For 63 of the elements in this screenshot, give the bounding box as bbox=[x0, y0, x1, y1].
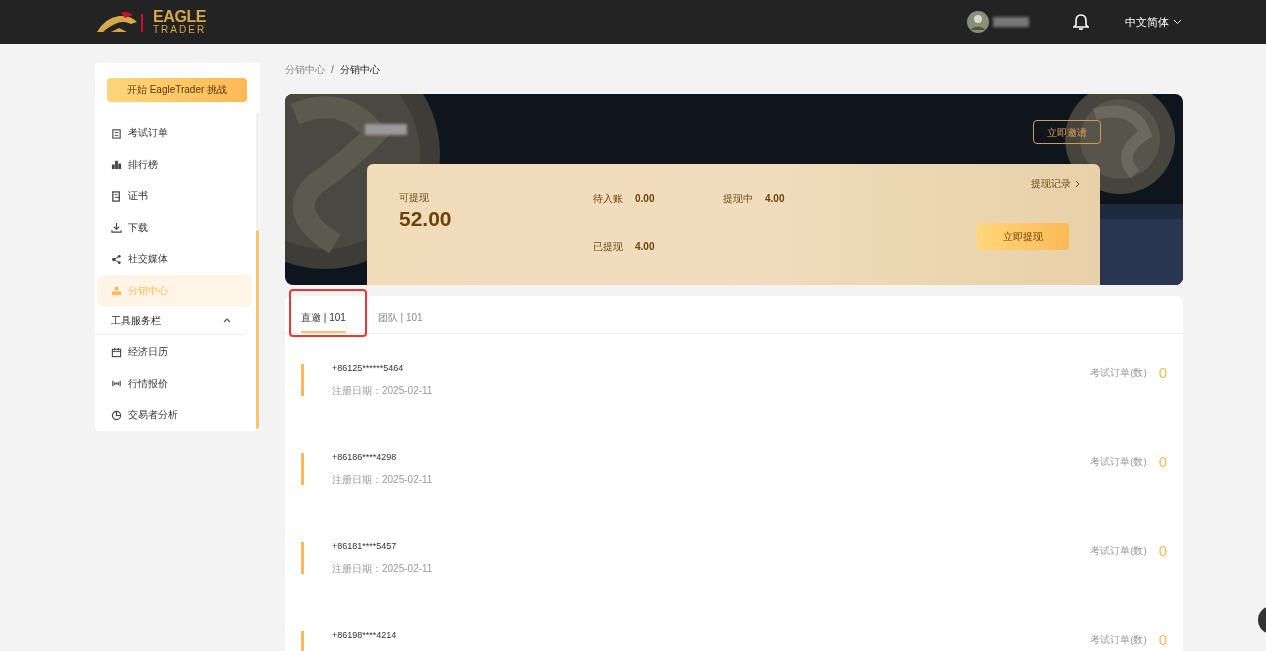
scrollbar-thumb[interactable] bbox=[256, 230, 259, 429]
logo-subtitle: TRADER bbox=[153, 25, 207, 35]
section-toggle[interactable]: 工具服务栏 bbox=[95, 306, 245, 335]
sidebar-item[interactable]: 社交媒体 bbox=[97, 243, 252, 275]
logo-wordmark: EAGLE bbox=[153, 9, 207, 25]
tab[interactable]: 直邀 | 101 bbox=[301, 303, 346, 333]
accent-bar bbox=[301, 364, 304, 396]
orders-label: 考试订单(数) bbox=[1090, 633, 1147, 648]
breadcrumb-separator: / bbox=[331, 62, 334, 77]
orders-label: 考试订单(数) bbox=[1090, 544, 1147, 559]
sidebar-item[interactable]: 经济日历 bbox=[97, 336, 252, 368]
accent-bar bbox=[301, 453, 304, 485]
eagle-logo-icon bbox=[95, 10, 145, 34]
orders-count: 0 bbox=[1158, 630, 1167, 650]
phone-number: +86198****4214 bbox=[332, 629, 397, 642]
download-icon bbox=[111, 222, 122, 234]
calendar-icon bbox=[111, 346, 122, 358]
stat-value: 0.00 bbox=[635, 192, 655, 206]
sidebar-item[interactable]: 证书 bbox=[97, 180, 252, 212]
phone-number: +86181****5457 bbox=[332, 540, 398, 553]
withdraw-button[interactable]: 立即提现 bbox=[977, 223, 1069, 250]
sidebar-item[interactable]: 排行榜 bbox=[97, 149, 252, 181]
phone-number: +86186****4298 bbox=[332, 451, 398, 464]
orders-count: 0 bbox=[1158, 363, 1167, 383]
available-amount: 52.00 bbox=[399, 206, 452, 232]
sidebar-item[interactable]: 考试订单 bbox=[97, 117, 252, 149]
language-selector[interactable]: 中文简体 bbox=[1125, 13, 1182, 31]
stat-label: 已提现 bbox=[593, 240, 623, 254]
start-challenge-button[interactable]: 开始 EagleTrader 挑战 bbox=[107, 77, 247, 102]
bar-chart-icon bbox=[111, 159, 122, 171]
stat-label: 待入账 bbox=[593, 192, 623, 206]
building-icon bbox=[111, 127, 122, 139]
chevron-up-icon bbox=[223, 317, 231, 323]
stat-value: 4.00 bbox=[635, 240, 655, 254]
sidebar-item[interactable]: 行情报价 bbox=[97, 368, 252, 400]
orders-count: 0 bbox=[1158, 452, 1167, 472]
orders-label: 考试订单(数) bbox=[1090, 366, 1147, 381]
available-label: 可提现 bbox=[399, 191, 429, 205]
breadcrumb-link[interactable]: 分销中心 bbox=[339, 61, 380, 77]
blurred-name-block bbox=[993, 17, 1029, 27]
share-icon bbox=[111, 253, 122, 265]
registration-date: 注册日期：2025-02-11 bbox=[332, 472, 433, 487]
document-icon bbox=[111, 190, 122, 202]
invite-button[interactable]: 立即邀请 bbox=[1033, 120, 1101, 144]
tab[interactable]: 团队 | 101 bbox=[377, 303, 423, 333]
chevron-right-icon bbox=[1075, 179, 1080, 188]
orders-label: 考试订单(数) bbox=[1090, 455, 1147, 470]
stack-icon bbox=[111, 285, 122, 297]
blurred-name-block bbox=[365, 124, 407, 135]
withdrawal-history-link[interactable]: 提现记录 bbox=[1031, 176, 1080, 191]
sidebar-item[interactable]: 交易者分析 bbox=[97, 399, 252, 431]
accent-bar bbox=[301, 542, 304, 574]
sidebar-item[interactable]: 下载 bbox=[97, 212, 252, 244]
registration-date: 注册日期：2025-02-11 bbox=[332, 383, 433, 398]
stat-value: 4.00 bbox=[765, 192, 785, 206]
chevron-down-icon bbox=[1173, 19, 1182, 25]
stat-label: 提现中 bbox=[723, 192, 753, 206]
pie-chart-icon bbox=[111, 409, 122, 421]
bell-icon[interactable] bbox=[1073, 13, 1089, 31]
avatar-icon[interactable] bbox=[967, 11, 989, 33]
phone-number: +86125******5464 bbox=[332, 362, 405, 375]
registration-date: 注册日期：2025-02-11 bbox=[332, 561, 433, 576]
orders-count: 0 bbox=[1158, 541, 1167, 561]
